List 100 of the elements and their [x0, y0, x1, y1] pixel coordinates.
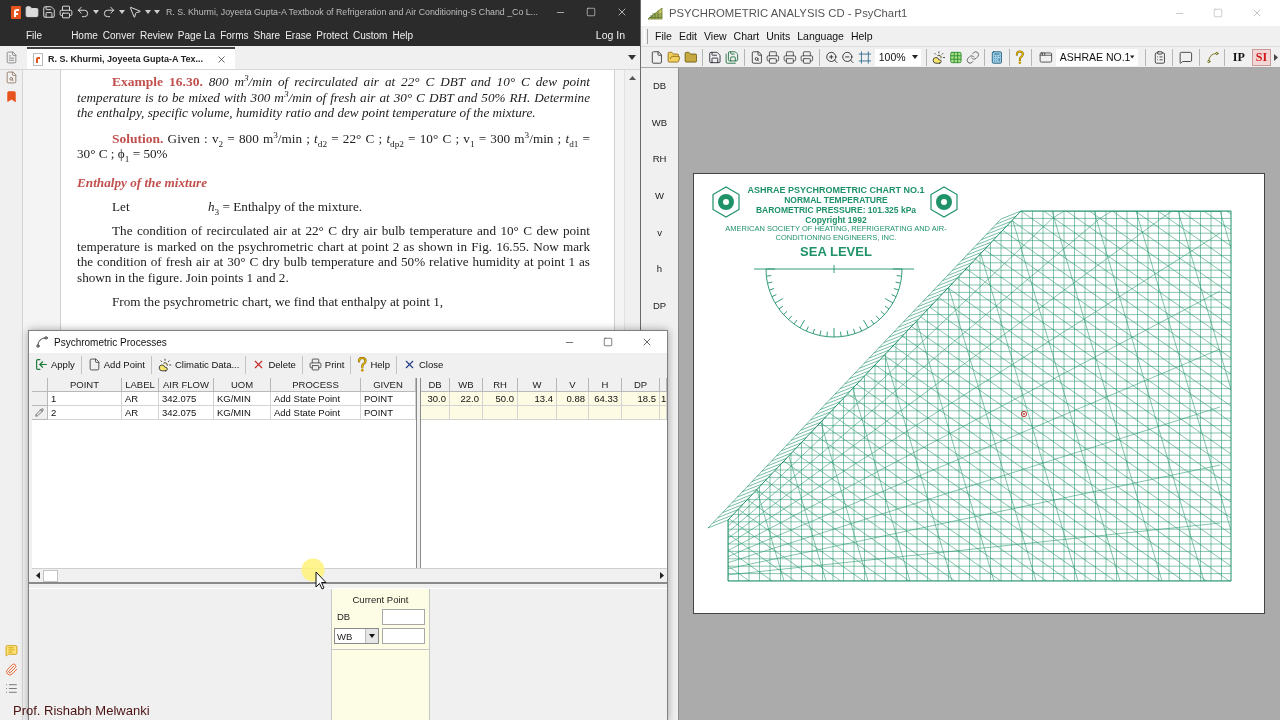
input-field[interactable] — [382, 609, 425, 625]
close-icon[interactable] — [216, 53, 228, 65]
menu-item[interactable]: Units — [766, 30, 791, 42]
menu-tab[interactable]: Share — [253, 29, 281, 41]
menu-tab[interactable]: Forms — [220, 29, 249, 41]
redo-icon[interactable] — [102, 5, 116, 19]
chart-type-combo[interactable]: ASHRAE NO.1 — [1055, 48, 1138, 66]
definition-term: Let — [112, 198, 131, 215]
folder-icon[interactable] — [25, 5, 39, 19]
undo-icon[interactable] — [76, 5, 90, 19]
column-header: PROCESS — [271, 378, 361, 392]
toolbar-overflow-arrow-icon[interactable] — [1274, 53, 1279, 61]
scroll-up-arrow-icon[interactable] — [629, 76, 636, 80]
close-button[interactable]: Close — [400, 355, 446, 374]
printer-icon[interactable] — [799, 49, 814, 65]
menu-item[interactable]: View — [704, 30, 727, 42]
login-link[interactable]: Log In — [595, 29, 625, 41]
delete-button[interactable]: Delete — [250, 355, 298, 374]
scroll-thumb[interactable] — [43, 569, 58, 582]
frame-icon[interactable] — [858, 49, 872, 65]
select-cursor-icon[interactable] — [128, 5, 142, 19]
dialog-title: Psychrometric Processes — [54, 336, 168, 348]
table-cell: POINT — [361, 392, 416, 406]
caret-icon[interactable] — [912, 55, 919, 59]
save-icon[interactable] — [708, 49, 722, 65]
menu-item[interactable]: Language — [797, 30, 844, 42]
page-search-icon[interactable] — [4, 71, 18, 84]
zoom-out-icon[interactable] — [841, 49, 855, 65]
spreadsheet-icon[interactable] — [948, 49, 963, 65]
close-icon[interactable] — [641, 336, 653, 348]
calculator-icon[interactable] — [990, 49, 1005, 65]
tab-list-caret-icon[interactable] — [628, 55, 636, 60]
property-select[interactable]: WB — [334, 628, 379, 644]
zoom-in-icon[interactable] — [824, 49, 839, 65]
table-cell — [450, 406, 483, 420]
app-logo-icon[interactable] — [10, 4, 22, 20]
horizontal-scrollbar[interactable] — [32, 568, 667, 582]
help-button[interactable]: Help — [355, 355, 392, 374]
save-all-icon[interactable] — [724, 49, 739, 65]
menu-tab[interactable]: Conver — [102, 29, 136, 41]
menu-tab[interactable]: File — [26, 29, 43, 41]
menu-tab[interactable]: Custom — [352, 29, 388, 41]
column-header: POINT — [48, 378, 122, 392]
property-label: DP — [652, 299, 667, 314]
caret-icon[interactable] — [93, 10, 99, 14]
printer-icon[interactable] — [59, 5, 73, 19]
column-header: UOM — [214, 378, 271, 392]
attachment-icon[interactable] — [4, 663, 18, 676]
list-icon[interactable] — [4, 682, 18, 695]
menu-tab[interactable]: Page La — [177, 29, 216, 41]
unit-system-button[interactable]: SI — [1251, 48, 1272, 66]
chart-subtitle: NORMAL TEMPERATURE — [784, 195, 888, 205]
close-icon[interactable] — [616, 6, 628, 18]
menu-item[interactable]: Edit — [678, 30, 697, 42]
comment-icon[interactable] — [1179, 49, 1194, 65]
help-icon[interactable] — [1014, 49, 1025, 65]
curve-icon[interactable] — [1206, 49, 1220, 65]
climatic-data-button[interactable]: Climatic Data... — [155, 355, 242, 374]
chain-link-icon[interactable] — [965, 49, 980, 65]
print-preview-icon[interactable] — [749, 49, 764, 65]
printer-icon[interactable] — [783, 49, 797, 65]
new-file-icon[interactable] — [650, 49, 664, 65]
menu-item[interactable]: File — [655, 30, 672, 42]
column-header: V — [557, 378, 589, 392]
table-cell: 64.33 — [589, 392, 622, 406]
table-cell: 50.0 — [483, 392, 518, 406]
table-cell: AR — [122, 392, 159, 406]
input-field[interactable] — [382, 628, 425, 644]
menu-tab[interactable]: Protect — [316, 29, 348, 41]
menu-item[interactable]: Chart — [733, 30, 760, 42]
unit-system-button[interactable]: IP — [1228, 48, 1249, 66]
menu-tab[interactable]: Home — [71, 29, 98, 41]
apply-button[interactable]: Apply — [33, 355, 77, 374]
zoom-combo[interactable]: 100% — [874, 48, 922, 66]
print-button[interactable]: Print — [306, 355, 347, 374]
maximize-icon[interactable] — [603, 337, 613, 347]
caret-icon[interactable] — [119, 10, 125, 14]
clipboard-icon[interactable] — [1152, 49, 1167, 65]
table-cell: 18.5 — [622, 392, 660, 406]
scroll-right-arrow-icon[interactable] — [659, 572, 664, 579]
caret-icon[interactable] — [145, 10, 151, 14]
menu-tab[interactable]: Review — [140, 29, 173, 41]
document-tab[interactable]: R. S. Khurmi, Joyeeta Gupta-A Tex... — [27, 47, 236, 69]
dropdown-arrow-icon[interactable] — [369, 634, 375, 638]
open-folder-icon[interactable] — [666, 49, 681, 65]
table-cell: 342.075 — [159, 406, 214, 420]
app-window-icon[interactable] — [1039, 49, 1053, 65]
table-cell: KG/MIN — [214, 392, 271, 406]
cloud-sun-icon[interactable] — [932, 49, 946, 65]
printer-icon[interactable] — [766, 49, 781, 65]
column-header: DP — [622, 378, 660, 392]
scroll-left-arrow-icon[interactable] — [35, 572, 40, 579]
customize-caret-icon[interactable] — [154, 10, 160, 14]
bookmark-icon[interactable] — [4, 90, 18, 103]
menu-tab[interactable]: Help — [392, 29, 413, 41]
menu-tab[interactable]: Erase — [285, 29, 312, 41]
add-point-button[interactable]: Add Point — [85, 355, 147, 374]
menu-item[interactable]: Help — [850, 30, 873, 42]
column-header: RH — [483, 378, 518, 392]
caret-icon[interactable] — [1130, 55, 1135, 59]
